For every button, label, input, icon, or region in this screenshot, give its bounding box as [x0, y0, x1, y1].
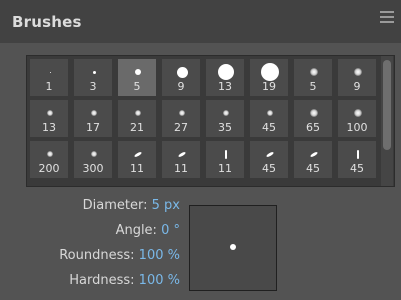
brush-size-label: 21 [130, 121, 144, 134]
soft-dot-icon [223, 110, 229, 116]
brush-size-label: 9 [353, 80, 361, 93]
angle-value[interactable]: 0 [161, 223, 169, 238]
brush-preset[interactable]: 27 [161, 99, 201, 138]
angle-row: Angle: 0 ° [116, 223, 180, 243]
scrollbar-track[interactable] [381, 56, 393, 186]
diameter-row: Diameter: 5 px [83, 198, 180, 218]
angle-label: Angle: [115, 223, 157, 238]
brush-preset[interactable]: 13 [29, 99, 69, 138]
round-dot-icon [92, 70, 96, 74]
angled-stroke-icon [309, 150, 319, 158]
brush-size-label: 45 [350, 162, 364, 175]
brush-size-label: 5 [133, 80, 141, 93]
brush-size-label: 13 [42, 121, 56, 134]
hardness-label: Hardness: [69, 273, 135, 288]
soft-dot-icon [310, 68, 318, 76]
angled-stroke-icon [265, 150, 275, 158]
brushes-panel: Brushes 1 3 5 9 13 19 5 9 13 17 21 27 35 45 65 100 200 30… [0, 0, 401, 300]
round-dot-icon [261, 63, 279, 81]
brush-size-label: 1 [45, 80, 53, 93]
diameter-value[interactable]: 5 [152, 198, 160, 213]
vertical-stroke-icon [225, 149, 227, 159]
angled-stroke-icon [133, 150, 143, 158]
round-dot-icon [176, 66, 188, 78]
brush-preset[interactable]: 19 [249, 58, 289, 97]
brush-size-label: 45 [262, 121, 276, 134]
brush-preset[interactable]: 100 [337, 99, 377, 138]
angle-unit: ° [173, 223, 181, 238]
brush-preset[interactable]: 200 [29, 140, 69, 179]
brush-preset[interactable]: 35 [205, 99, 245, 138]
brush-size-label: 9 [177, 80, 185, 93]
scrollbar-thumb[interactable] [383, 60, 391, 150]
roundness-row: Roundness: 100 % [59, 248, 180, 268]
panel-header: Brushes [0, 0, 401, 43]
brush-preset[interactable]: 11 [205, 140, 245, 179]
soft-dot-icon [354, 109, 362, 117]
brush-size-label: 65 [306, 121, 320, 134]
soft-dot-icon [91, 110, 97, 116]
brush-preset[interactable]: 5 [293, 58, 333, 97]
angled-stroke-icon [177, 150, 187, 158]
brush-preset[interactable]: 21 [117, 99, 157, 138]
brush-preset[interactable]: 17 [73, 99, 113, 138]
hardness-row: Hardness: 100 % [69, 273, 180, 293]
brush-preset[interactable]: 45 [249, 140, 289, 179]
soft-dot-icon [354, 68, 362, 76]
brush-size-label: 200 [38, 162, 60, 175]
diameter-label: Diameter: [82, 198, 148, 213]
diameter-unit: px [164, 198, 180, 213]
brush-size-label: 45 [262, 162, 276, 175]
brush-preset[interactable]: 5 [117, 58, 157, 97]
brush-size-label: 3 [89, 80, 97, 93]
brush-preset[interactable]: 65 [293, 99, 333, 138]
soft-dot-icon [47, 151, 53, 157]
roundness-value[interactable]: 100 [139, 248, 164, 263]
soft-dot-icon [267, 110, 273, 116]
soft-dot-icon [179, 110, 185, 116]
brush-size-label: 17 [86, 121, 100, 134]
brush-preset[interactable]: 11 [161, 140, 201, 179]
brush-preset[interactable]: 1 [29, 58, 69, 97]
brush-preview [189, 205, 277, 291]
brush-size-label: 45 [306, 162, 320, 175]
brush-preset[interactable]: 11 [117, 140, 157, 179]
brush-preset[interactable]: 9 [337, 58, 377, 97]
brush-size-label: 5 [309, 80, 317, 93]
brush-size-label: 11 [174, 162, 188, 175]
brush-size-label: 27 [174, 121, 188, 134]
brush-preset[interactable]: 13 [205, 58, 245, 97]
brush-size-label: 35 [218, 121, 232, 134]
brush-preset[interactable]: 9 [161, 58, 201, 97]
roundness-label: Roundness: [59, 248, 135, 263]
hamburger-menu-icon[interactable] [380, 11, 394, 25]
brush-size-label: 300 [82, 162, 104, 175]
brush-preset[interactable]: 45 [337, 140, 377, 179]
soft-dot-icon [310, 109, 318, 117]
hardness-value[interactable]: 100 [139, 273, 164, 288]
brush-tip-preview-icon [230, 244, 236, 250]
panel-title: Brushes [12, 13, 82, 31]
soft-dot-icon [47, 110, 53, 116]
brush-size-label: 19 [262, 80, 276, 93]
brush-size-label: 100 [346, 121, 368, 134]
soft-dot-icon [91, 151, 97, 157]
brush-preset-grid: 1 3 5 9 13 19 5 9 13 17 21 27 35 45 65 100 200 300 11 11 11 4… [26, 55, 395, 187]
soft-dot-icon [135, 110, 141, 116]
brush-preset[interactable]: 45 [293, 140, 333, 179]
brush-preset[interactable]: 300 [73, 140, 113, 179]
brush-size-label: 11 [218, 162, 232, 175]
vertical-stroke-icon [357, 149, 359, 159]
round-dot-icon [218, 64, 234, 80]
hardness-unit: % [167, 273, 180, 288]
brush-preset[interactable]: 3 [73, 58, 113, 97]
brush-size-label: 11 [130, 162, 144, 175]
brush-size-label: 13 [218, 80, 232, 93]
brush-preset[interactable]: 45 [249, 99, 289, 138]
round-dot-icon [135, 69, 141, 75]
round-dot-icon [49, 71, 51, 73]
roundness-unit: % [167, 248, 180, 263]
